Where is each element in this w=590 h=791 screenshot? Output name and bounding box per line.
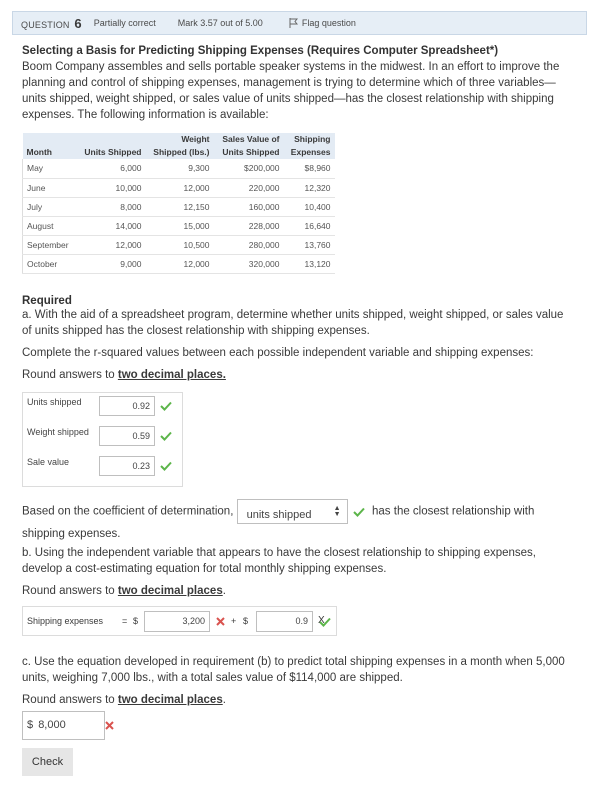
cell-sales: $200,000 [213,159,284,179]
cell-expenses: 12,320 [283,178,335,198]
cell-weight: 12,000 [145,178,214,198]
required-heading: Required [22,295,72,307]
select-value: units shipped [246,509,312,521]
cell-units: 14,000 [76,216,146,236]
cell-sales: 228,000 [213,216,284,236]
select-arrows-icon: ▲ ▼ [333,505,341,518]
incorrect-x-icon [216,617,225,626]
cell-month: August [22,216,77,236]
col-header-sales: Units Shipped [213,146,284,159]
cell-month: October [22,254,77,274]
required-section: Required a. With the aid of a spreadshee… [22,295,567,383]
times-x-label: X [318,615,325,626]
coefficient-prefix: Based on the coefficient of determinatio… [22,505,234,518]
cell-units: 8,000 [76,197,146,217]
cell-sales: 320,000 [213,254,284,274]
cell-expenses: 10,400 [283,197,335,217]
units-shipped-label: Units shipped [27,397,82,407]
shipping-expenses-label: Shipping expenses [27,616,104,626]
sale-value-input[interactable]: 0.23 [99,456,155,476]
cell-month: June [22,178,77,198]
table-row: August 14,000 15,000 228,000 16,640 [22,216,335,236]
correct-check-icon [160,461,172,471]
sale-value-label: Sale value [27,457,70,467]
cell-weight: 12,000 [145,254,214,274]
flag-question-link[interactable]: Flag question [289,18,356,28]
problem-statement: Selecting a Basis for Predicting Shippin… [22,43,562,123]
cell-sales: 280,000 [213,235,284,255]
round-instruction-c: Round answers to two decimal places. [22,694,226,706]
part-b-section: b. Using the independent variable that a… [22,545,567,599]
check-button[interactable]: Check [22,748,73,776]
col-header-shipping: Expenses [283,146,335,159]
question-status: Partially correct [93,18,156,28]
table-row: June 10,000 12,000 220,000 12,320 [22,178,335,198]
col-header-weight: Shipped (lbs.) [145,146,214,159]
cell-units: 12,000 [76,235,146,255]
question-number: 6 [74,15,82,31]
rsquared-instruction: Complete the r-squared values between ea… [22,347,534,359]
table-row: July 8,000 12,150 160,000 10,400 [22,197,335,217]
cost-equation: Shipping expenses = $ 3,200 + $ 0.9 [22,606,337,636]
plus-sign: + [231,616,237,626]
cell-weight: 10,500 [145,235,214,255]
cell-expenses: 13,120 [283,254,335,274]
cell-sales: 160,000 [213,197,284,217]
round-instruction-b: Round answers to two decimal places. [22,585,226,597]
cell-units: 6,000 [76,159,146,179]
correct-check-icon [160,431,172,441]
cell-units: 9,000 [76,254,146,274]
col-header-sales-top: Sales Value of [213,133,284,146]
table-row: September 12,000 10,500 280,000 13,760 [22,235,335,255]
question-info-bar: QUESTION 6 Partially correct Mark 3.57 o… [12,11,587,35]
col-header-weight-top: Weight [145,133,214,146]
cell-expenses: 16,640 [283,216,335,236]
cell-weight: 9,300 [145,159,214,179]
cell-weight: 12,150 [145,197,214,217]
part-c-text: c. Use the equation developed in require… [22,656,565,684]
dollar-sign: $ [27,719,34,731]
equals-sign: = [122,616,128,626]
table-row: October 9,000 12,000 320,000 13,120 [22,254,335,274]
col-header-shipping-top: Shipping [283,133,335,146]
cell-month: July [22,197,77,217]
cell-expenses: 13,760 [283,235,335,255]
cell-expenses: $8,960 [283,159,335,179]
variable-rate-input[interactable]: 0.9 [256,611,313,632]
cell-sales: 220,000 [213,178,284,198]
cell-units: 10,000 [76,178,146,198]
dollar-sign: $ [133,616,139,626]
part-a-text: a. With the aid of a spreadsheet program… [22,309,564,337]
units-shipped-input[interactable]: 0.92 [99,396,155,416]
correct-check-icon [160,401,172,411]
cell-month: May [22,159,77,179]
weight-shipped-label: Weight shipped [27,427,89,437]
col-header-units: Units Shipped [76,133,146,159]
dollar-sign: $ [243,616,249,626]
closest-variable-select[interactable]: units shipped ▲ ▼ [236,499,348,524]
part-b-text: b. Using the independent variable that a… [22,547,537,575]
weight-shipped-input[interactable]: 0.59 [99,426,155,446]
flag-icon [289,18,298,28]
col-header-month: Month [22,133,77,159]
incorrect-x-icon [105,721,114,730]
fixed-cost-input[interactable]: 3,200 [144,611,210,632]
question-mark: Mark 3.57 out of 5.00 [177,18,263,28]
data-table: Month Units Shipped Weight Sales Value o… [22,133,335,274]
cell-month: September [22,235,77,255]
round-instruction-a: Round answers to two decimal places. [22,369,226,381]
problem-intro: Boom Company assembles and sells portabl… [22,61,560,121]
part-c-section: c. Use the equation developed in require… [22,654,567,708]
problem-title: Selecting a Basis for Predicting Shippin… [22,45,499,57]
correct-check-icon [353,507,365,517]
cell-weight: 15,000 [145,216,214,236]
coefficient-sentence: Based on the coefficient of determinatio… [22,499,567,544]
table-row: May 6,000 9,300 $200,000 $8,960 [22,159,335,179]
flag-question-label: Flag question [301,18,356,28]
predicted-expense-value: 8,000 [38,719,66,731]
question-label: QUESTION 6 [21,15,82,31]
predicted-expense-input[interactable]: $ 8,000 [22,711,105,740]
